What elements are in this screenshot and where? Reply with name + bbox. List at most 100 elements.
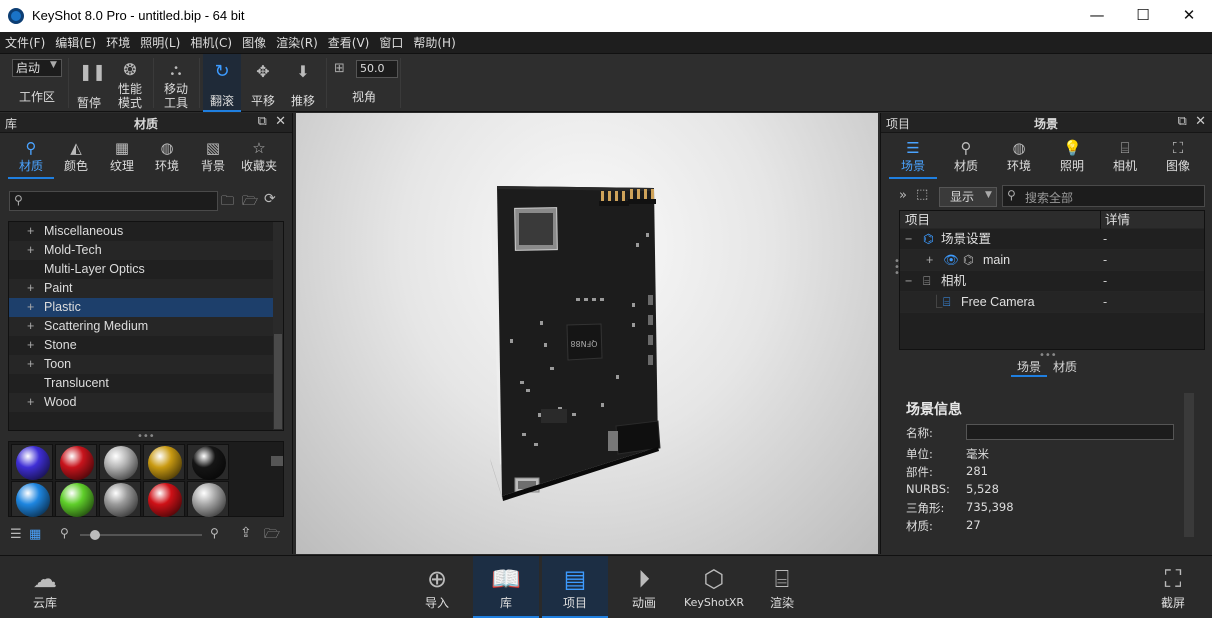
add-object-icon[interactable]: ⬚ (916, 187, 928, 202)
tab-colors[interactable]: ◭ 颜色 (53, 135, 99, 179)
maximize-button[interactable]: ☐ (1120, 0, 1166, 32)
side-handle[interactable]: • • • (894, 257, 900, 279)
material-swatch[interactable] (187, 444, 229, 480)
upload-icon[interactable]: ⇪ (240, 525, 252, 541)
tree-row-cameras[interactable]: − ⌸ 相机 - (900, 271, 1204, 292)
menu-help[interactable]: 帮助(H) (408, 32, 460, 54)
list-item[interactable]: + Wood (9, 393, 283, 412)
tab-scene[interactable]: ☰ 场景 (889, 135, 937, 179)
material-swatch[interactable] (55, 444, 97, 480)
performance-mode-button[interactable]: ❂ 性能 模式 (110, 54, 150, 112)
chip-marking: QFN88 (570, 339, 597, 348)
material-swatch[interactable] (143, 481, 185, 517)
expand-icon[interactable]: + (27, 241, 34, 260)
refresh-icon[interactable]: ⟳ (264, 191, 276, 207)
menu-lighting[interactable]: 照明(L) (135, 32, 185, 54)
list-item[interactable]: + Paint (9, 279, 283, 298)
list-item[interactable]: + Toon (9, 355, 283, 374)
list-item[interactable]: + Scattering Medium (9, 317, 283, 336)
tree-row-free-camera[interactable]: ⎿ ⌸ Free Camera - (900, 292, 1204, 313)
thumbnail-size-slider[interactable] (80, 530, 202, 540)
tab-backplates[interactable]: ▧ 背景 (190, 135, 236, 179)
expand-icon[interactable]: + (27, 336, 34, 355)
close-button[interactable]: ✕ (1166, 0, 1212, 32)
pause-button[interactable]: ❚❚ 暂停 (72, 54, 106, 112)
list-item[interactable]: + Stone (9, 336, 283, 355)
subtab-scene[interactable]: 场景 (1011, 357, 1047, 377)
expand-chevron-icon[interactable]: » (899, 188, 907, 203)
folder-icon[interactable]: 🗁 (264, 525, 280, 547)
expand-icon[interactable]: + (27, 279, 34, 298)
menu-image[interactable]: 图像 (237, 32, 271, 54)
menu-file[interactable]: 文件(F) (0, 32, 50, 54)
keyshotxr-button[interactable]: ⬡ KeyShotXR (680, 556, 748, 618)
expand-icon[interactable]: + (27, 298, 34, 317)
tab-textures[interactable]: ▦ 纹理 (99, 135, 145, 179)
undock-icon[interactable]: ⧉ (1178, 114, 1187, 129)
grid-view-icon[interactable]: ▦ (29, 527, 41, 542)
field-of-view-input[interactable]: 50.0 (356, 60, 398, 78)
menu-window[interactable]: 窗口 (374, 32, 408, 54)
tab-camera[interactable]: ⌸ 相机 (1101, 135, 1149, 179)
animation-button[interactable]: ⏵ 动画 (611, 556, 677, 618)
menu-bar: 文件(F) 编辑(E) 环境 照明(L) 相机(C) 图像 渲染(R) 查看(V) 窗口 帮助(H… (0, 32, 1212, 54)
material-swatch[interactable] (99, 444, 141, 480)
tab-lighting[interactable]: 💡 照明 (1048, 135, 1096, 179)
undock-icon[interactable]: ⧉ (258, 114, 267, 129)
material-swatch[interactable] (143, 444, 185, 480)
tree-row-main[interactable]: + 👁 ⌬ main - (900, 250, 1204, 271)
render-viewport[interactable]: QFN88 (296, 113, 878, 554)
tab-material[interactable]: ⚲ 材质 (942, 135, 990, 179)
list-view-icon[interactable]: ☰ (10, 527, 22, 542)
tree-row-scene-settings[interactable]: − ⌬ 场景设置 - (900, 229, 1204, 250)
info-scrollbar[interactable] (1184, 393, 1194, 537)
import-button[interactable]: ⊕ 导入 (404, 556, 470, 618)
expand-icon[interactable]: + (27, 222, 34, 241)
material-swatch[interactable] (11, 481, 53, 517)
menu-render[interactable]: 渲染(R) (271, 32, 323, 54)
library-button[interactable]: 📖 库 (473, 556, 539, 618)
info-name-input[interactable] (966, 424, 1174, 440)
add-folder-icon[interactable]: 🗀 (221, 192, 234, 214)
move-tool-button[interactable]: ⛬ 移动 工具 (157, 54, 195, 112)
list-item[interactable]: + Miscellaneous (9, 222, 283, 241)
material-swatch[interactable] (187, 481, 229, 517)
project-button[interactable]: ▤ 项目 (542, 556, 608, 618)
minimize-button[interactable]: — (1074, 0, 1120, 32)
expand-icon[interactable]: + (27, 317, 34, 336)
library-search-input[interactable]: ⚲ (9, 191, 218, 211)
info-materials-label: 材质: (906, 519, 933, 533)
menu-edit[interactable]: 编辑(E) (50, 32, 101, 54)
list-item[interactable]: Translucent (9, 374, 283, 393)
screenshot-button[interactable]: ⛶ 截屏 (1140, 556, 1206, 618)
tab-environments[interactable]: ◍ 环境 (144, 135, 190, 179)
dolly-button[interactable]: ⬇ 推移 (285, 54, 321, 112)
tab-materials[interactable]: ⚲ 材质 (8, 135, 54, 179)
list-item[interactable]: + Mold-Tech (9, 241, 283, 260)
import-folder-icon[interactable]: 🗁 (242, 192, 258, 214)
material-swatch[interactable] (55, 481, 97, 517)
expand-icon[interactable]: + (27, 393, 34, 412)
cloud-library-button[interactable]: ☁ 云库 (12, 556, 78, 618)
menu-environment[interactable]: 环境 (101, 32, 135, 54)
render-button[interactable]: ⌸ 渲染 (749, 556, 815, 618)
expand-icon[interactable]: + (27, 355, 34, 374)
material-swatch[interactable] (99, 481, 141, 517)
close-panel-icon[interactable]: ✕ (275, 114, 286, 129)
tab-environment[interactable]: ◍ 环境 (995, 135, 1043, 179)
list-item[interactable]: Multi-Layer Optics (9, 260, 283, 279)
menu-camera[interactable]: 相机(C) (185, 32, 237, 54)
tab-favorites[interactable]: ☆ 收藏夹 (236, 135, 282, 179)
tumble-button[interactable]: ↻ 翻滚 (203, 54, 241, 112)
scene-search-input[interactable]: ⚲ 搜索全部 (1002, 185, 1205, 207)
eye-icon[interactable]: 👁 (943, 250, 959, 271)
close-panel-icon[interactable]: ✕ (1195, 114, 1206, 129)
material-swatch[interactable] (11, 444, 53, 480)
subtab-material[interactable]: 材质 (1047, 357, 1083, 377)
swatch-scrollbar[interactable] (271, 456, 283, 466)
tab-image[interactable]: ⛶ 图像 (1154, 135, 1202, 179)
list-item[interactable]: + Plastic (9, 298, 283, 317)
list-scrollbar[interactable] (273, 222, 283, 430)
pan-button[interactable]: ✥ 平移 (245, 54, 281, 112)
menu-view[interactable]: 查看(V) (323, 32, 375, 54)
